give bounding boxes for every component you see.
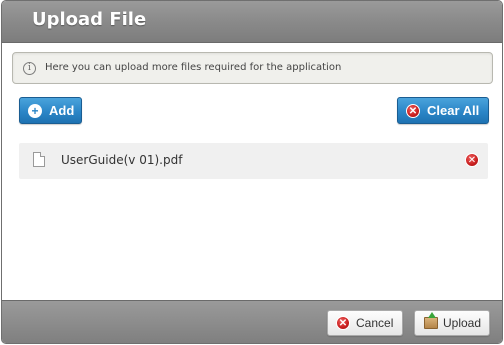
upload-button-label: Upload bbox=[443, 316, 482, 330]
upload-button[interactable]: Upload bbox=[414, 310, 490, 336]
add-button-label: Add bbox=[49, 103, 75, 118]
plus-icon: + bbox=[28, 104, 42, 118]
file-name: UserGuide(v 01).pdf bbox=[61, 153, 183, 167]
cancel-button[interactable]: ✕ Cancel bbox=[327, 310, 403, 336]
clear-icon: ✕ bbox=[406, 104, 420, 118]
info-icon: i bbox=[23, 62, 36, 75]
info-message: i Here you can upload more files require… bbox=[12, 52, 493, 84]
document-icon bbox=[33, 152, 45, 167]
add-button[interactable]: + Add bbox=[19, 97, 82, 124]
cancel-icon: ✕ bbox=[336, 316, 350, 330]
dialog-titlebar[interactable]: Upload File bbox=[2, 1, 502, 43]
upload-file-dialog: Upload File i Here you can upload more f… bbox=[1, 0, 503, 344]
dialog-title: Upload File bbox=[32, 9, 147, 30]
dialog-footer: ✕ Cancel Upload bbox=[2, 300, 502, 343]
clear-all-button-label: Clear All bbox=[427, 103, 480, 118]
cancel-button-label: Cancel bbox=[356, 316, 394, 330]
file-list-item: UserGuide(v 01).pdf ✕ bbox=[19, 143, 488, 179]
upload-box-icon bbox=[424, 312, 438, 329]
clear-all-button[interactable]: ✕ Clear All bbox=[397, 97, 489, 124]
info-message-text: Here you can upload more files required … bbox=[45, 62, 342, 73]
remove-file-icon[interactable]: ✕ bbox=[465, 153, 479, 167]
